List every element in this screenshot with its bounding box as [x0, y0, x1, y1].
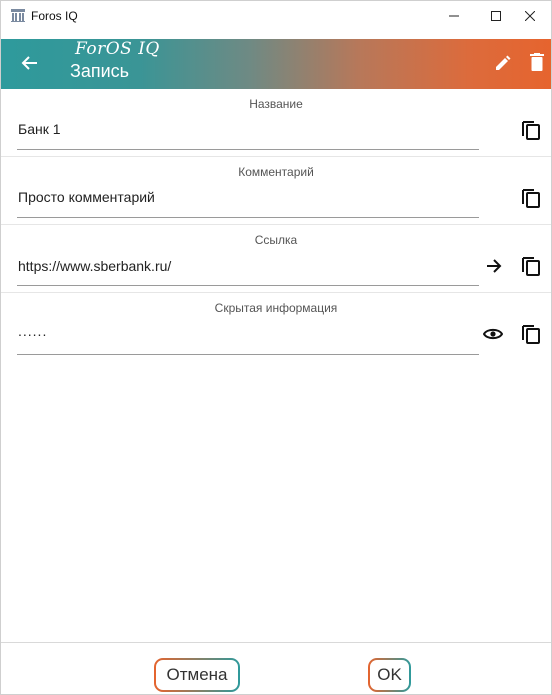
comment-field-label: Комментарий — [238, 165, 314, 179]
link-field: Ссылка https://www.sberbank.ru/ — [1, 225, 551, 293]
hidden-info-field-value[interactable]: ...... — [18, 323, 47, 339]
link-field-label: Ссылка — [254, 233, 298, 247]
close-icon — [525, 11, 535, 21]
copy-icon — [522, 257, 540, 276]
hidden-info-field-underline — [17, 354, 479, 355]
comment-field-underline — [17, 217, 479, 218]
window-titlebar: Foros IQ — [1, 1, 551, 31]
comment-field: Комментарий Просто комментарий — [1, 157, 551, 225]
cancel-button-label: Отмена — [156, 660, 238, 690]
cancel-button[interactable]: Отмена — [154, 658, 240, 692]
ok-button[interactable]: OK — [368, 658, 411, 692]
app-window: Foros IQ ForOS IQ Запись Название Банк 1… — [0, 0, 552, 695]
show-hidden-button[interactable] — [482, 323, 504, 345]
arrow-right-icon — [487, 259, 502, 273]
copy-icon — [522, 325, 540, 344]
name-field: Название Банк 1 — [1, 89, 551, 157]
link-field-value[interactable]: https://www.sberbank.ru/ — [18, 258, 171, 274]
hidden-info-field-label: Скрытая информация — [214, 301, 338, 315]
hidden-info-field: Скрытая информация ...... — [1, 293, 551, 363]
copy-comment-button[interactable] — [520, 187, 542, 209]
app-bar: ForOS IQ Запись — [1, 39, 551, 89]
minimize-button[interactable] — [433, 1, 475, 31]
link-field-underline — [17, 285, 479, 286]
footer-divider — [1, 642, 551, 643]
name-field-underline — [17, 149, 479, 150]
eye-icon — [483, 328, 503, 340]
window-title: Foros IQ — [31, 9, 78, 23]
minimize-icon — [449, 15, 459, 17]
comment-field-value[interactable]: Просто комментарий — [18, 189, 155, 205]
maximize-icon — [491, 11, 501, 21]
ok-button-label: OK — [370, 660, 409, 690]
name-field-value[interactable]: Банк 1 — [18, 121, 61, 137]
back-arrow-icon[interactable] — [20, 53, 40, 73]
copy-icon — [522, 189, 540, 208]
copy-link-button[interactable] — [520, 255, 542, 277]
copy-name-button[interactable] — [520, 119, 542, 141]
copy-hidden-button[interactable] — [520, 323, 542, 345]
close-button[interactable] — [509, 1, 551, 31]
page-title: Запись — [70, 61, 130, 81]
name-field-label: Название — [249, 97, 303, 111]
app-logo-icon — [11, 9, 25, 22]
copy-icon — [522, 121, 540, 140]
brand-logo-text: ForOS IQ — [75, 39, 160, 59]
trash-icon[interactable] — [530, 53, 544, 71]
open-link-button[interactable] — [483, 255, 505, 277]
pencil-icon[interactable] — [494, 54, 512, 72]
